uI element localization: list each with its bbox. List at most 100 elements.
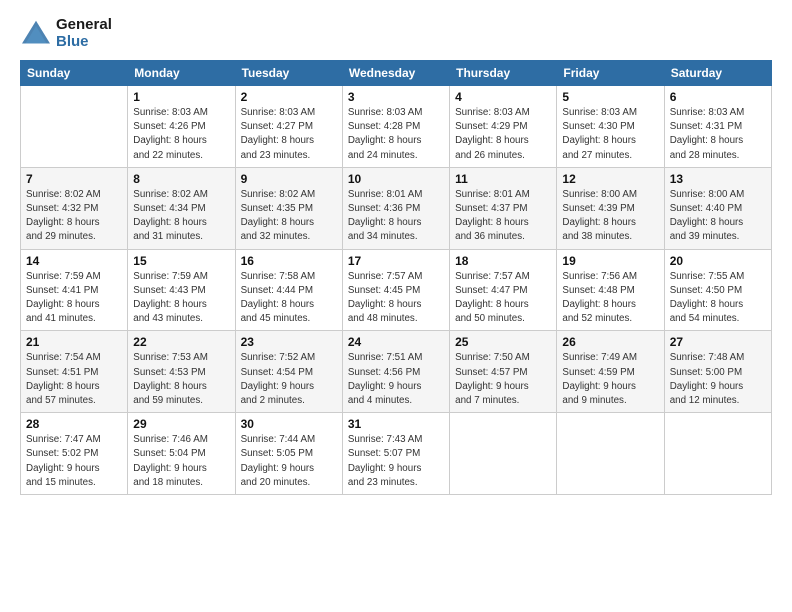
- day-number: 20: [670, 254, 766, 268]
- day-number: 22: [133, 335, 229, 349]
- day-info: Sunrise: 7:59 AMSunset: 4:43 PMDaylight:…: [133, 270, 229, 327]
- calendar-cell: 2 Sunrise: 8:03 AMSunset: 4:27 PMDaylight…: [235, 86, 342, 168]
- day-number: 21: [26, 335, 122, 349]
- day-info: Sunrise: 8:01 AMSunset: 4:36 PMDaylight:…: [348, 188, 444, 245]
- day-info: Sunrise: 7:57 AMSunset: 4:47 PMDaylight:…: [455, 270, 551, 327]
- day-info: Sunrise: 7:43 AMSunset: 5:07 PMDaylight:…: [348, 433, 444, 490]
- day-info: Sunrise: 7:58 AMSunset: 4:44 PMDaylight:…: [241, 270, 337, 327]
- day-info: Sunrise: 7:57 AMSunset: 4:45 PMDaylight:…: [348, 270, 444, 327]
- calendar-cell: 3 Sunrise: 8:03 AMSunset: 4:28 PMDaylight…: [342, 86, 449, 168]
- day-number: 30: [241, 417, 337, 431]
- day-info: Sunrise: 8:03 AMSunset: 4:30 PMDaylight:…: [562, 106, 658, 163]
- day-number: 8: [133, 172, 229, 186]
- calendar-cell: 21 Sunrise: 7:54 AMSunset: 4:51 PMDayligh…: [21, 331, 128, 413]
- day-info: Sunrise: 7:54 AMSunset: 4:51 PMDaylight:…: [26, 351, 122, 408]
- day-number: 13: [670, 172, 766, 186]
- day-info: Sunrise: 7:47 AMSunset: 5:02 PMDaylight:…: [26, 433, 122, 490]
- calendar-week-row: 28 Sunrise: 7:47 AMSunset: 5:02 PMDayligh…: [21, 413, 772, 495]
- calendar-cell: 8 Sunrise: 8:02 AMSunset: 4:34 PMDaylight…: [128, 167, 235, 249]
- calendar-cell: 22 Sunrise: 7:53 AMSunset: 4:53 PMDayligh…: [128, 331, 235, 413]
- day-number: 19: [562, 254, 658, 268]
- day-info: Sunrise: 7:56 AMSunset: 4:48 PMDaylight:…: [562, 270, 658, 327]
- calendar-cell: 23 Sunrise: 7:52 AMSunset: 4:54 PMDayligh…: [235, 331, 342, 413]
- day-info: Sunrise: 8:02 AMSunset: 4:34 PMDaylight:…: [133, 188, 229, 245]
- calendar-cell: 26 Sunrise: 7:49 AMSunset: 4:59 PMDayligh…: [557, 331, 664, 413]
- calendar-cell: 4Sunrise: 8:03 AMSunset: 4:29 PMDaylight…: [450, 86, 557, 168]
- calendar-cell: 28 Sunrise: 7:47 AMSunset: 5:02 PMDayligh…: [21, 413, 128, 495]
- day-header-thursday: Thursday: [450, 61, 557, 86]
- day-info: Sunrise: 7:48 AMSunset: 5:00 PMDaylight:…: [670, 351, 766, 408]
- calendar-cell: 10 Sunrise: 8:01 AMSunset: 4:36 PMDayligh…: [342, 167, 449, 249]
- header: General Blue: [20, 16, 772, 50]
- day-header-sunday: Sunday: [21, 61, 128, 86]
- day-info: Sunrise: 7:55 AMSunset: 4:50 PMDaylight:…: [670, 270, 766, 327]
- calendar-cell: 9 Sunrise: 8:02 AMSunset: 4:35 PMDaylight…: [235, 167, 342, 249]
- day-info: Sunrise: 8:03 AMSunset: 4:31 PMDaylight:…: [670, 106, 766, 163]
- calendar-cell: 12 Sunrise: 8:00 AMSunset: 4:39 PMDayligh…: [557, 167, 664, 249]
- calendar-cell: 30Sunrise: 7:44 AMSunset: 5:05 PMDayligh…: [235, 413, 342, 495]
- day-number: 14: [26, 254, 122, 268]
- day-number: 6: [670, 90, 766, 104]
- calendar-cell: [557, 413, 664, 495]
- day-number: 7: [26, 172, 122, 186]
- calendar-cell: 1 Sunrise: 8:03 AMSunset: 4:26 PMDaylight…: [128, 86, 235, 168]
- day-info: Sunrise: 7:52 AMSunset: 4:54 PMDaylight:…: [241, 351, 337, 408]
- calendar-cell: [21, 86, 128, 168]
- calendar-cell: 25Sunrise: 7:50 AMSunset: 4:57 PMDayligh…: [450, 331, 557, 413]
- day-number: 23: [241, 335, 337, 349]
- calendar-cell: 11Sunrise: 8:01 AMSunset: 4:37 PMDayligh…: [450, 167, 557, 249]
- day-header-tuesday: Tuesday: [235, 61, 342, 86]
- day-number: 18: [455, 254, 551, 268]
- page-container: General Blue SundayMondayTuesdayWednesda…: [0, 0, 792, 505]
- day-info: Sunrise: 7:59 AMSunset: 4:41 PMDaylight:…: [26, 270, 122, 327]
- day-number: 10: [348, 172, 444, 186]
- calendar-cell: 7Sunrise: 8:02 AMSunset: 4:32 PMDaylight…: [21, 167, 128, 249]
- calendar-week-row: 7Sunrise: 8:02 AMSunset: 4:32 PMDaylight…: [21, 167, 772, 249]
- day-info: Sunrise: 8:00 AMSunset: 4:39 PMDaylight:…: [562, 188, 658, 245]
- calendar-cell: 13 Sunrise: 8:00 AMSunset: 4:40 PMDayligh…: [664, 167, 771, 249]
- calendar-cell: 31 Sunrise: 7:43 AMSunset: 5:07 PMDayligh…: [342, 413, 449, 495]
- day-number: 15: [133, 254, 229, 268]
- day-info: Sunrise: 7:51 AMSunset: 4:56 PMDaylight:…: [348, 351, 444, 408]
- day-number: 3: [348, 90, 444, 104]
- day-number: 31: [348, 417, 444, 431]
- day-number: 28: [26, 417, 122, 431]
- day-info: Sunrise: 8:03 AMSunset: 4:26 PMDaylight:…: [133, 106, 229, 163]
- calendar-cell: 27Sunrise: 7:48 AMSunset: 5:00 PMDayligh…: [664, 331, 771, 413]
- calendar-cell: [450, 413, 557, 495]
- day-number: 29: [133, 417, 229, 431]
- day-number: 26: [562, 335, 658, 349]
- calendar-cell: 20 Sunrise: 7:55 AMSunset: 4:50 PMDayligh…: [664, 249, 771, 331]
- day-info: Sunrise: 8:00 AMSunset: 4:40 PMDaylight:…: [670, 188, 766, 245]
- day-info: Sunrise: 8:03 AMSunset: 4:28 PMDaylight:…: [348, 106, 444, 163]
- day-info: Sunrise: 7:46 AMSunset: 5:04 PMDaylight:…: [133, 433, 229, 490]
- day-number: 2: [241, 90, 337, 104]
- day-info: Sunrise: 8:02 AMSunset: 4:35 PMDaylight:…: [241, 188, 337, 245]
- calendar-header-row: SundayMondayTuesdayWednesdayThursdayFrid…: [21, 61, 772, 86]
- calendar-cell: 14 Sunrise: 7:59 AMSunset: 4:41 PMDayligh…: [21, 249, 128, 331]
- day-number: 9: [241, 172, 337, 186]
- logo-icon: [20, 19, 52, 47]
- calendar-cell: 6 Sunrise: 8:03 AMSunset: 4:31 PMDaylight…: [664, 86, 771, 168]
- day-number: 17: [348, 254, 444, 268]
- day-info: Sunrise: 8:01 AMSunset: 4:37 PMDaylight:…: [455, 188, 551, 245]
- calendar-cell: 29 Sunrise: 7:46 AMSunset: 5:04 PMDayligh…: [128, 413, 235, 495]
- calendar-cell: 17 Sunrise: 7:57 AMSunset: 4:45 PMDayligh…: [342, 249, 449, 331]
- day-header-saturday: Saturday: [664, 61, 771, 86]
- day-info: Sunrise: 7:49 AMSunset: 4:59 PMDaylight:…: [562, 351, 658, 408]
- day-info: Sunrise: 7:53 AMSunset: 4:53 PMDaylight:…: [133, 351, 229, 408]
- day-number: 1: [133, 90, 229, 104]
- calendar-week-row: 1 Sunrise: 8:03 AMSunset: 4:26 PMDaylight…: [21, 86, 772, 168]
- calendar-week-row: 21 Sunrise: 7:54 AMSunset: 4:51 PMDayligh…: [21, 331, 772, 413]
- calendar-week-row: 14 Sunrise: 7:59 AMSunset: 4:41 PMDayligh…: [21, 249, 772, 331]
- calendar-cell: 18 Sunrise: 7:57 AMSunset: 4:47 PMDayligh…: [450, 249, 557, 331]
- day-info: Sunrise: 8:03 AMSunset: 4:27 PMDaylight:…: [241, 106, 337, 163]
- day-header-monday: Monday: [128, 61, 235, 86]
- day-number: 12: [562, 172, 658, 186]
- day-header-friday: Friday: [557, 61, 664, 86]
- calendar-cell: [664, 413, 771, 495]
- day-number: 24: [348, 335, 444, 349]
- calendar-cell: 19 Sunrise: 7:56 AMSunset: 4:48 PMDayligh…: [557, 249, 664, 331]
- day-number: 5: [562, 90, 658, 104]
- calendar-cell: 15 Sunrise: 7:59 AMSunset: 4:43 PMDayligh…: [128, 249, 235, 331]
